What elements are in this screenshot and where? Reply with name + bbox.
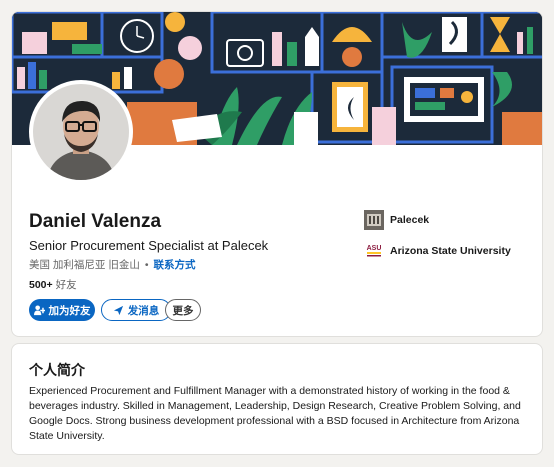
about-text: Experienced Procurement and Fulfillment … — [29, 385, 521, 442]
add-friend-label: 加为好友 — [48, 304, 91, 317]
contact-info-link[interactable]: 联系方式 — [154, 257, 196, 272]
school-logo-text: ASU — [367, 245, 382, 252]
company-name: Palecek — [390, 214, 430, 226]
send-message-button[interactable]: 发消息 — [101, 299, 171, 321]
location-text: 美国 加利福尼亚 旧金山 — [29, 259, 140, 271]
more-label: 更多 — [172, 304, 194, 317]
profile-name: Daniel Valenza — [29, 211, 162, 232]
more-button[interactable]: 更多 — [165, 299, 201, 321]
profile-card: Daniel Valenza Senior Procurement Specia… — [11, 11, 543, 337]
location-row: 美国 加利福尼亚 旧金山 • 联系方式 — [29, 257, 196, 272]
connections-number: 500+ — [29, 279, 53, 291]
current-company-link[interactable]: Palecek — [364, 210, 429, 230]
about-title: 个人简介 — [29, 362, 85, 378]
send-message-label: 发消息 — [127, 304, 160, 317]
profile-avatar[interactable] — [29, 80, 133, 184]
company-logo-icon — [364, 210, 384, 230]
education-school-link[interactable]: ASU Arizona State University — [364, 241, 511, 261]
connections-label: 好友 — [55, 279, 77, 291]
about-section: 个人简介 Experienced Procurement and Fulfill… — [11, 343, 543, 455]
send-icon — [113, 305, 123, 315]
school-logo-icon: ASU — [364, 241, 384, 261]
add-person-icon — [33, 304, 45, 315]
school-name: Arizona State University — [390, 245, 511, 257]
profile-headline: Senior Procurement Specialist at Palecek — [29, 238, 269, 253]
connections-count[interactable]: 500+ 好友 — [29, 277, 77, 292]
add-friend-button[interactable]: 加为好友 — [29, 299, 95, 321]
separator-dot: • — [144, 258, 149, 271]
